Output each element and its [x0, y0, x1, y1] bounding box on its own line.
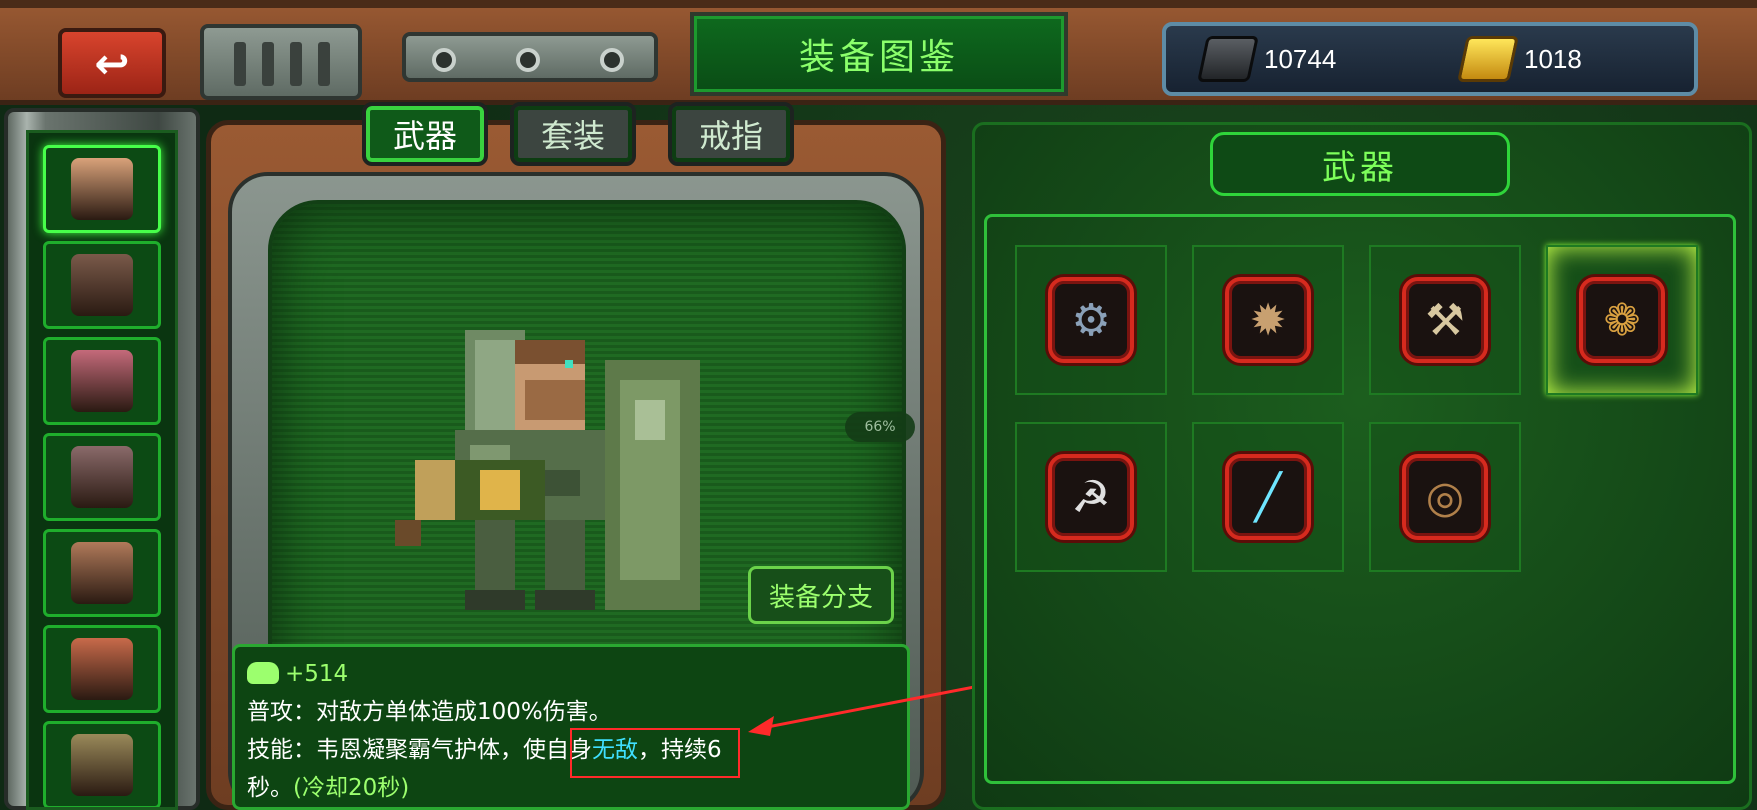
seconds-text: 秒。: [247, 775, 293, 801]
page-title: 装备图鉴: [690, 12, 1068, 96]
cooldown-text: (冷却20秒): [293, 775, 410, 801]
gold-count: 1018: [1524, 44, 1582, 74]
battle-axe-icon: ⚒: [1402, 277, 1488, 363]
hero-face-icon: [71, 542, 133, 604]
hero-face-icon: [71, 350, 133, 412]
attack-stat: +514: [285, 661, 349, 687]
hero-sprite: [395, 330, 700, 610]
zoom-indicator: 66%: [845, 412, 915, 442]
cannon-gun-icon: ⚙: [1048, 277, 1134, 363]
weapons-grid: ⚙ ✹ ⚒ ❁ ☭ ╱ ◎: [984, 214, 1736, 784]
tab-weapons[interactable]: 武器: [362, 102, 488, 166]
back-arrow-icon: ↩: [94, 38, 130, 88]
weapon-slot[interactable]: ⚒: [1369, 245, 1521, 395]
hero-portrait-6[interactable]: [43, 625, 161, 713]
iron-ingot-icon: [1197, 36, 1259, 82]
equipment-branch-button[interactable]: 装备分支: [748, 566, 894, 624]
vent-plate: [200, 24, 362, 100]
weapon-slot[interactable]: ◎: [1369, 422, 1521, 572]
back-button[interactable]: ↩: [58, 28, 166, 98]
hero-portrait-2[interactable]: [43, 241, 161, 329]
weapon-slot[interactable]: ⚙: [1015, 245, 1167, 395]
hand-cannon-icon: ◎: [1402, 454, 1488, 540]
hero-face-icon: [71, 638, 133, 700]
weapon-slot[interactable]: ❁: [1546, 245, 1698, 395]
currency-bar: 10744 1018: [1162, 22, 1698, 96]
attack-power-icon: [247, 662, 279, 684]
hero-face-icon: [71, 254, 133, 316]
weapon-slot[interactable]: ☭: [1015, 422, 1167, 572]
weapons-panel-title: 武器: [1210, 132, 1510, 196]
hero-portrait-4[interactable]: [43, 433, 161, 521]
top-bar-trim: [0, 0, 1757, 8]
hero-portrait-5[interactable]: [43, 529, 161, 617]
hero-portrait-1[interactable]: [43, 145, 161, 233]
weapon-slot[interactable]: ✹: [1192, 245, 1344, 395]
torch-club-icon: ❁: [1579, 277, 1665, 363]
hero-face-icon: [71, 446, 133, 508]
tab-rings[interactable]: 戒指: [668, 102, 794, 166]
annotation-highlight-box: [570, 728, 740, 778]
hero-portrait-3[interactable]: [43, 337, 161, 425]
skill-text-part1: 技能：韦恩凝聚霸气护体，: [247, 737, 523, 763]
hero-list[interactable]: [26, 130, 178, 810]
hero-portrait-7[interactable]: [43, 721, 161, 807]
spiked-mace-icon: ✹: [1225, 277, 1311, 363]
scythe-icon: ☭: [1048, 454, 1134, 540]
bolt-plate: [402, 32, 658, 82]
gold-ingot-icon: [1457, 36, 1519, 82]
tab-armor-set[interactable]: 套装: [510, 102, 636, 166]
lightsaber-icon: ╱: [1225, 454, 1311, 540]
hero-face-icon: [71, 158, 133, 220]
weapon-slot[interactable]: ╱: [1192, 422, 1344, 572]
iron-count: 10744: [1264, 44, 1337, 74]
hero-face-icon: [71, 734, 133, 796]
